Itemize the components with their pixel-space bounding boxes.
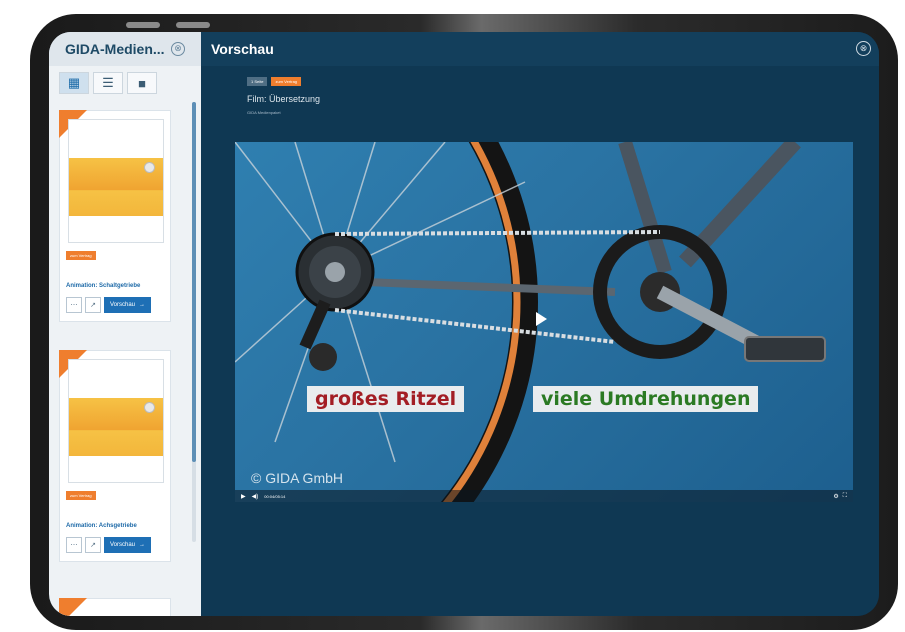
video-controls: ▶ ◀) 00:04/05:14 ⚙ ⛶ [235, 490, 853, 502]
thumbnail-play-icon [144, 162, 155, 173]
meta-badges: 1 Seite zum Vertrag [247, 77, 302, 86]
preview-button-label: Vorschau [110, 302, 136, 308]
copyright-watermark: © GIDA GmbH [251, 470, 343, 486]
pages-badge: 1 Seite [247, 77, 268, 86]
card-badge: zum Vertrag [66, 491, 96, 500]
preview-title: Vorschau [211, 41, 274, 57]
film-title: Film: Übersetzung [247, 94, 321, 104]
card-title: Animation: Schaltgetriebe [66, 283, 141, 289]
play-icon[interactable] [536, 312, 547, 326]
preview-close-icon[interactable]: ⊗ [856, 41, 871, 56]
card-actions: ⋯ ↗ Vorschau → [66, 537, 152, 553]
grid-view-icon[interactable]: ▦ [59, 72, 89, 94]
thumbnail-play-icon [144, 402, 155, 413]
more-icon[interactable]: ⋯ [66, 537, 82, 553]
sidebar-close-icon[interactable]: ⊗ [171, 42, 185, 56]
card-title: Animation: Achsgetriebe [66, 523, 137, 529]
media-card[interactable] [59, 598, 171, 616]
card-badge: zum Vertrag [66, 251, 96, 260]
media-card[interactable]: zum Vertrag Animation: Schaltgetriebe ⋯ … [59, 110, 171, 322]
play-control-icon[interactable]: ▶ [241, 493, 246, 500]
open-external-icon[interactable]: ↗ [85, 297, 101, 313]
open-external-icon[interactable]: ↗ [85, 537, 101, 553]
single-view-icon[interactable]: ■ [127, 72, 157, 94]
preview-panel: Vorschau ⊗ 1 Seite zum Vertrag Film: Übe… [201, 32, 879, 616]
sidebar-scrollbar[interactable] [192, 102, 196, 542]
film-subtitle: GIDA Medienpaket [247, 110, 281, 115]
preview-button[interactable]: Vorschau → [104, 537, 152, 553]
settings-icon[interactable]: ⚙ [833, 493, 838, 500]
card-actions: ⋯ ↗ Vorschau → [66, 297, 152, 313]
preview-header: Vorschau [201, 32, 879, 66]
subtitle-left: großes Ritzel [307, 386, 465, 412]
card-thumbnail[interactable] [68, 119, 164, 243]
list-view-icon[interactable]: ☰ [93, 72, 123, 94]
video-player[interactable]: großes Ritzel viele Umdrehungen © GIDA G… [235, 142, 853, 502]
fullscreen-icon[interactable]: ⛶ [843, 493, 847, 500]
media-sidebar: GIDA-Medien... ⊗ ▦ ☰ ■ zum Vertrag Anima… [49, 32, 201, 616]
contract-badge[interactable]: zum Vertrag [271, 77, 302, 86]
subtitle-right: viele Umdrehungen [533, 386, 759, 412]
controls-right: ⚙ ⛶ [833, 493, 847, 500]
card-corner-icon [59, 598, 87, 616]
preview-button[interactable]: Vorschau → [104, 297, 152, 313]
preview-button-label: Vorschau [110, 542, 136, 548]
arrow-right-icon: → [139, 542, 146, 548]
time-display: 00:04/05:14 [264, 493, 286, 499]
more-icon[interactable]: ⋯ [66, 297, 82, 313]
tablet-power-button [176, 22, 210, 28]
scrollbar-thumb[interactable] [192, 102, 196, 462]
screen: GIDA-Medien... ⊗ ▦ ☰ ■ zum Vertrag Anima… [49, 32, 879, 616]
card-thumbnail[interactable] [68, 359, 164, 483]
tablet-volume-button [126, 22, 160, 28]
view-toggle: ▦ ☰ ■ [59, 72, 157, 96]
volume-icon[interactable]: ◀) [252, 493, 259, 500]
arrow-right-icon: → [139, 302, 146, 308]
media-card[interactable]: zum Vertrag Animation: Achsgetriebe ⋯ ↗ … [59, 350, 171, 562]
